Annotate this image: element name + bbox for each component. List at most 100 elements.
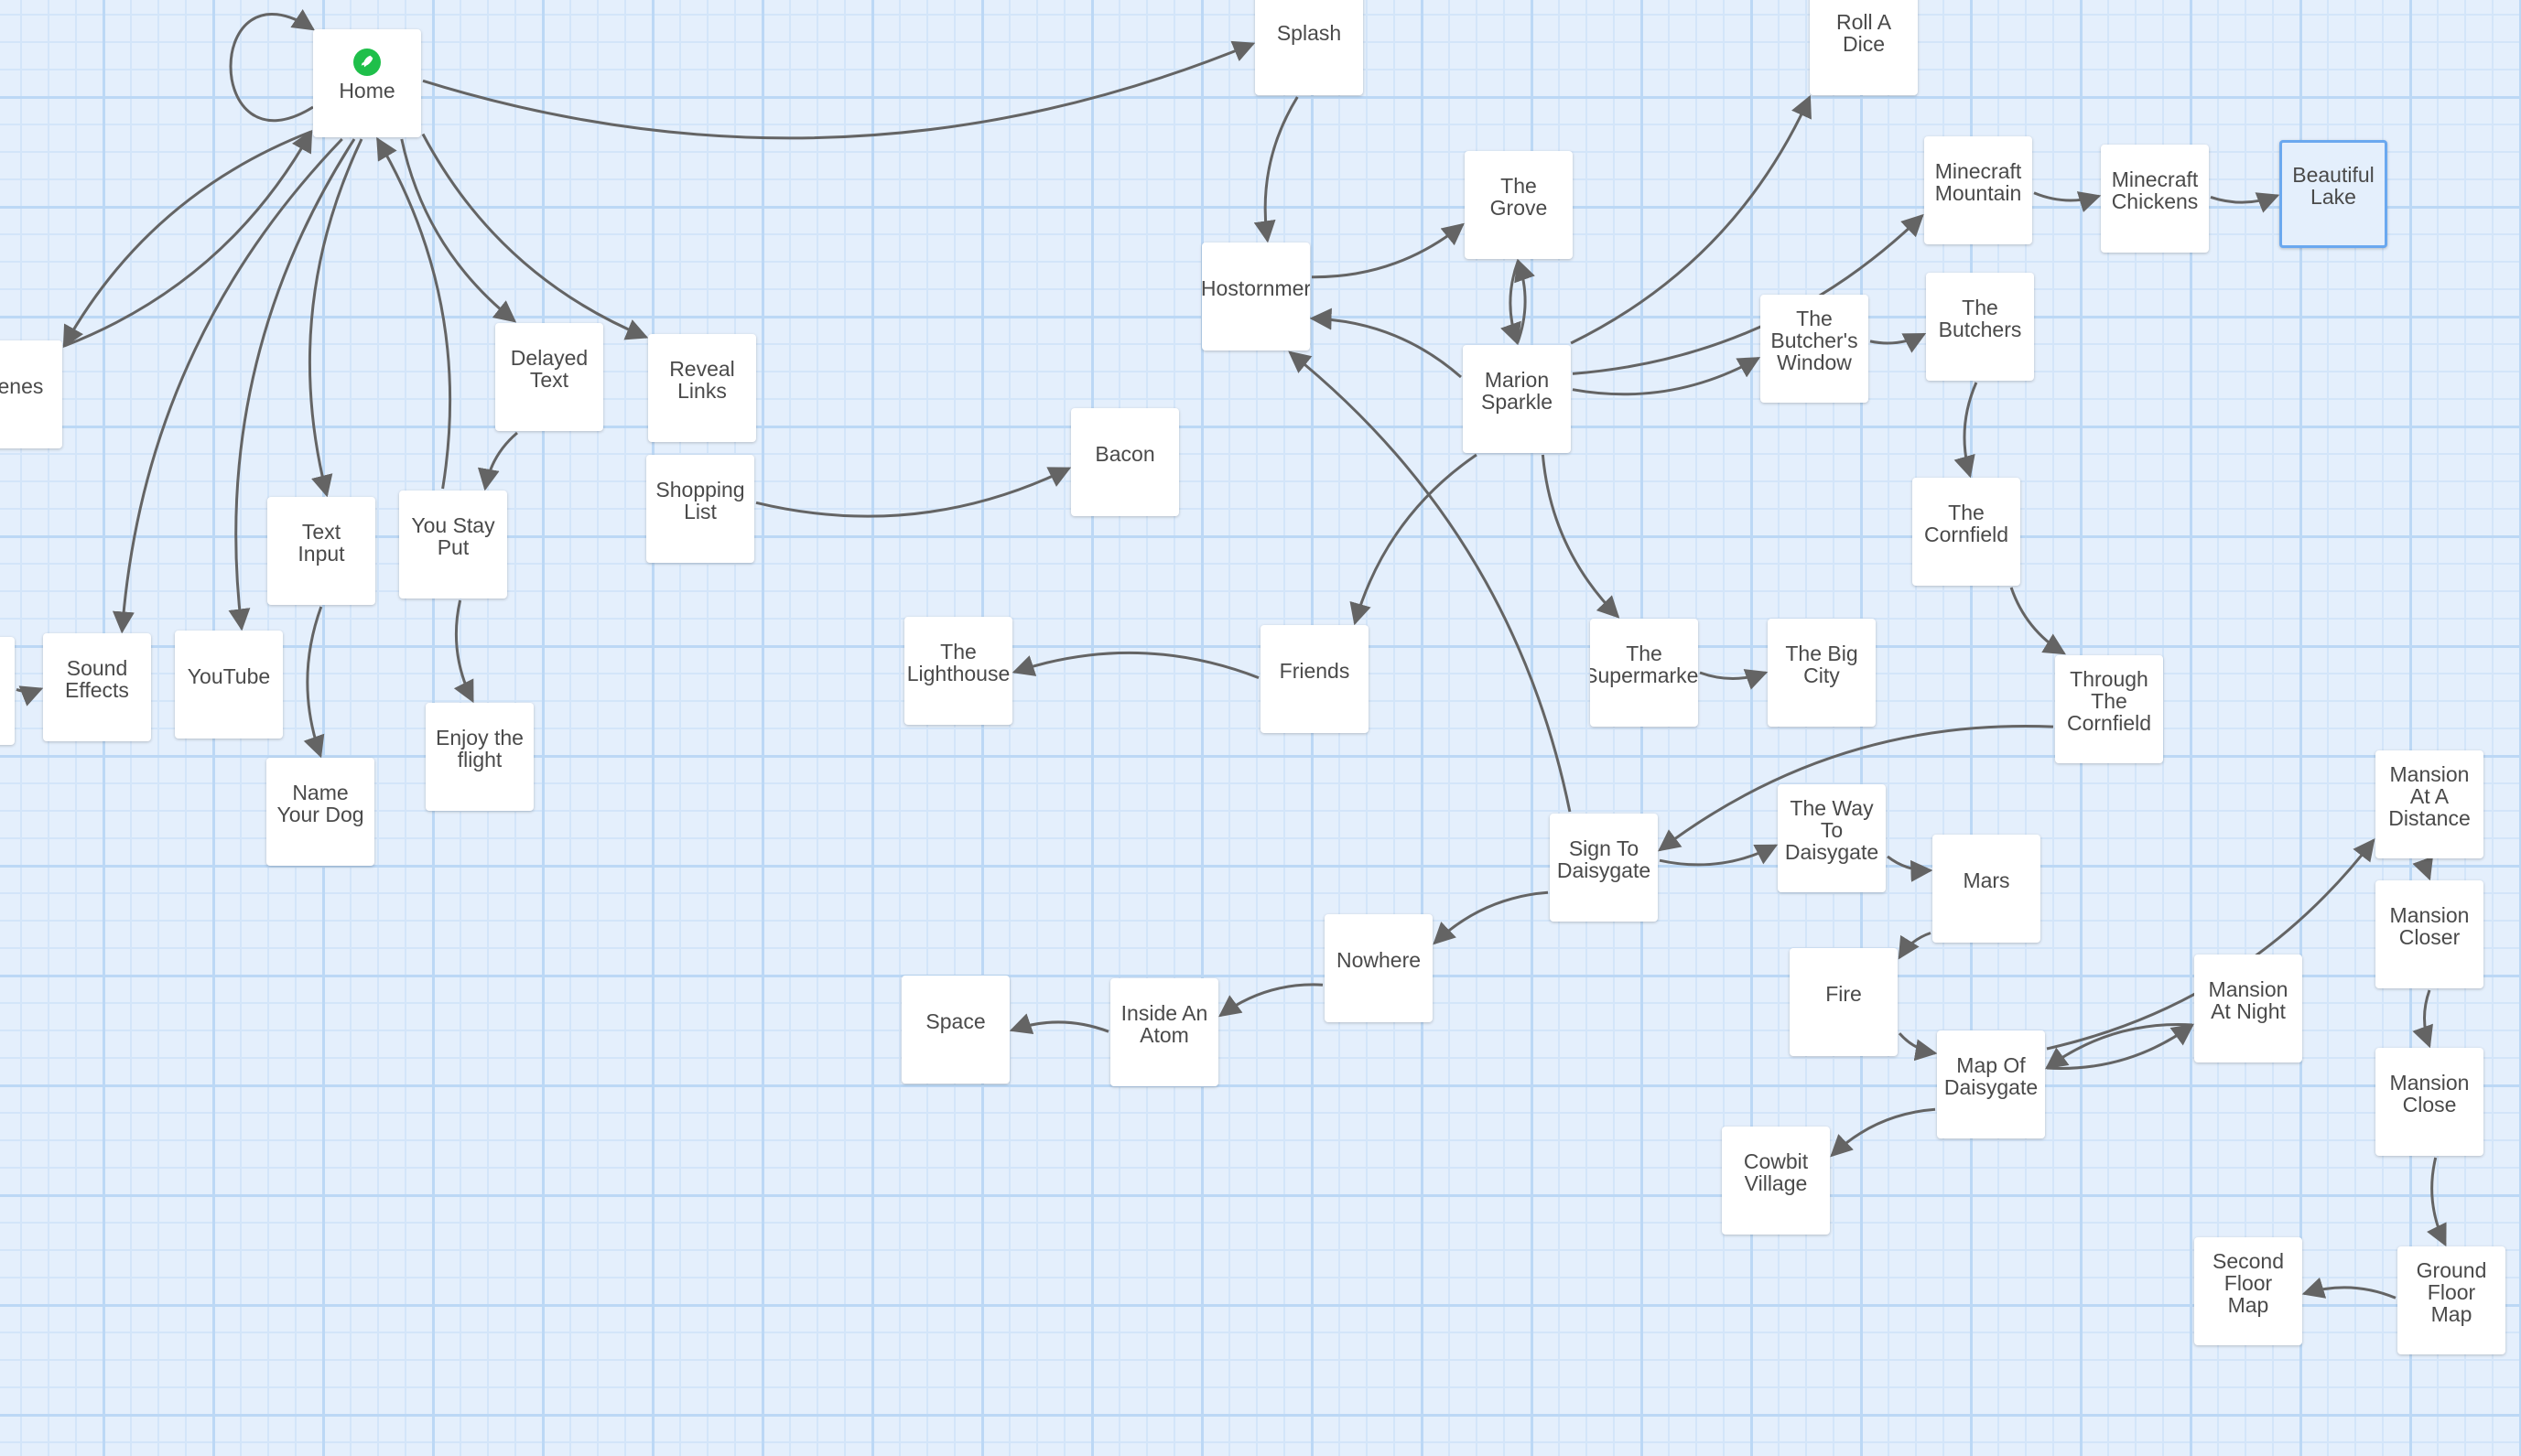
- passage-mansion-close[interactable]: Mansion Close: [2375, 1048, 2483, 1156]
- link-sign-to-daisygate-to-way-to-daisygate: [1659, 844, 1779, 867]
- passage-marion-sparkle[interactable]: Marion Sparkle: [1463, 345, 1571, 453]
- link-left-offscreen-to-sound-effects: [16, 685, 44, 706]
- passage-title: Space: [925, 1009, 986, 1033]
- link-home-to-text-input: [308, 138, 363, 498]
- passage-title: Fire: [1825, 982, 1862, 1006]
- passage-the-grove[interactable]: The Grove: [1465, 151, 1573, 259]
- passage-way-to-daisygate[interactable]: The Way To Daisygate: [1778, 784, 1886, 892]
- passage-title: Map Of Daisygate: [1943, 1053, 2039, 1099]
- passage-title: Inside An Atom: [1120, 1001, 1208, 1047]
- passage-title: Sign To Daisygate: [1556, 836, 1651, 882]
- passage-mansion-at-a-distance[interactable]: Mansion At A Distance: [2375, 750, 2483, 858]
- link-the-grove-to-marion-sparkle: [1500, 260, 1521, 346]
- passage-minecraft-chickens[interactable]: Minecraft Chickens: [2101, 145, 2209, 253]
- passage-mars[interactable]: Mars: [1932, 835, 2040, 943]
- passage-the-big-city[interactable]: The Big City: [1768, 619, 1876, 727]
- passage-nowhere[interactable]: Nowhere: [1325, 914, 1433, 1022]
- passage-bacon[interactable]: Bacon: [1071, 408, 1179, 516]
- passage-title: Name Your Dog: [276, 781, 364, 826]
- passage-roll-a-dice[interactable]: Roll A Dice: [1810, 0, 1918, 95]
- link-map-of-daisygate-to-mansion-at-night: [2046, 1023, 2194, 1070]
- passage-title: Friends: [1279, 659, 1350, 683]
- passage-enjoy-the-flight[interactable]: Enjoy the flight: [426, 703, 534, 811]
- passage-title: The Supermarket: [1590, 642, 1698, 687]
- story-map-canvas[interactable]: Home Splash Roll A Dice The Grove Hostornmer…: [0, 0, 2521, 1456]
- passage-minecraft-mountain[interactable]: Minecraft Mountain: [1924, 136, 2032, 244]
- passage-text-input[interactable]: Text Input: [267, 497, 375, 605]
- link-mansion-at-night-to-map-of-daisygate: [2045, 1023, 2193, 1070]
- passage-reveal-links[interactable]: Reveal Links: [648, 334, 756, 442]
- passage-beautiful-lake[interactable]: Beautiful Lake: [2279, 140, 2387, 248]
- passage-second-floor-map[interactable]: Second Floor Map: [2194, 1237, 2302, 1345]
- link-fire-to-map-of-daisygate: [1898, 1032, 1938, 1062]
- link-way-to-daisygate-to-mars: [1887, 855, 1933, 882]
- link-butchers-window-to-the-butchers: [1869, 332, 1927, 353]
- passage-inside-an-atom[interactable]: Inside An Atom: [1110, 978, 1218, 1086]
- passage-title: Reveal Links: [669, 357, 735, 403]
- link-the-cornfield-to-through-the-cornfield: [2009, 587, 2066, 655]
- passage-butchers-window[interactable]: The Butcher's Window: [1760, 295, 1868, 403]
- passage-mansion-at-night[interactable]: Mansion At Night: [2194, 954, 2302, 1062]
- passage-title: Nowhere: [1336, 948, 1422, 972]
- passage-sign-to-daisygate[interactable]: Sign To Daisygate: [1550, 814, 1658, 922]
- link-delayed-text-to-you-stay-put: [477, 431, 518, 491]
- link-mansion-closer-to-mansion-close: [2412, 989, 2433, 1049]
- passage-title: Second Floor Map: [2212, 1249, 2284, 1317]
- passage-space[interactable]: Space: [902, 976, 1010, 1084]
- passage-title: Mansion Closer: [2389, 903, 2470, 949]
- passage-the-butchers[interactable]: The Butchers: [1926, 273, 2034, 381]
- passage-sound-effects[interactable]: Sound Effects: [43, 633, 151, 741]
- link-mansion-at-a-distance-to-mansion-closer: [2412, 856, 2433, 881]
- passage-title: The Cornfield: [1923, 501, 2009, 546]
- passage-title: Mansion At A Distance: [2388, 762, 2471, 830]
- passage-title: Hostornmer: [1202, 276, 1310, 300]
- passage-friends[interactable]: Friends: [1260, 625, 1369, 733]
- link-marion-sparkle-to-the-grove: [1514, 258, 1535, 344]
- passage-title: Beautiful Lake: [2292, 163, 2375, 209]
- passage-you-stay-put[interactable]: You Stay Put: [399, 491, 507, 599]
- passage-scenes[interactable]: Scenes: [0, 340, 62, 448]
- passage-title: Enjoy the flight: [436, 726, 524, 771]
- link-scenes-to-home: [63, 129, 313, 348]
- passage-title: Minecraft Mountain: [1934, 159, 2022, 205]
- link-nowhere-to-inside-an-atom: [1218, 983, 1324, 1018]
- passage-title: Shopping List: [655, 478, 745, 523]
- link-marion-sparkle-to-friends: [1349, 453, 1477, 626]
- passage-title: Cowbit Village: [1743, 1149, 1809, 1195]
- passage-mansion-closer[interactable]: Mansion Closer: [2375, 880, 2483, 988]
- link-home-to-reveal-links: [421, 133, 649, 340]
- passage-title: Home: [339, 79, 395, 102]
- passage-hostornme[interactable]: Hostornmer: [1202, 243, 1310, 351]
- link-ground-floor-map-to-second-floor-map: [2301, 1277, 2397, 1300]
- passage-cowbit-village[interactable]: Cowbit Village: [1722, 1127, 1830, 1235]
- link-hostornme-to-the-grove: [1311, 222, 1465, 279]
- passage-title: The Butchers: [1938, 296, 2022, 341]
- passage-fire[interactable]: Fire: [1790, 948, 1898, 1056]
- passage-through-the-cornfield[interactable]: Through The Cornfield: [2055, 655, 2163, 763]
- passage-title: You Stay Put: [411, 513, 495, 559]
- passage-delayed-text[interactable]: Delayed Text: [495, 323, 603, 431]
- link-marion-sparkle-to-the-supermarket: [1541, 454, 1620, 619]
- passage-ground-floor-map[interactable]: Ground Floor Map: [2397, 1246, 2505, 1354]
- passage-splash[interactable]: Splash: [1255, 0, 1363, 95]
- passage-youtube[interactable]: YouTube: [175, 631, 283, 739]
- passage-home[interactable]: Home: [313, 29, 421, 137]
- link-splash-to-hostornme: [1253, 96, 1299, 243]
- passage-the-lighthouse[interactable]: The Lighthouse: [904, 617, 1012, 725]
- passage-shopping-list[interactable]: Shopping List: [646, 455, 754, 563]
- passage-title: Mansion Close: [2389, 1071, 2470, 1116]
- passage-map-of-daisygate[interactable]: Map Of Daisygate: [1937, 1030, 2045, 1138]
- passage-name-your-dog[interactable]: Name Your Dog: [266, 758, 374, 866]
- link-sign-to-daisygate-to-nowhere: [1433, 890, 1549, 945]
- rocket-start-icon: [353, 49, 381, 76]
- passage-title: Scenes: [0, 374, 44, 398]
- passage-the-supermarket[interactable]: The Supermarket: [1590, 619, 1698, 727]
- link-text-input-to-name-your-dog: [303, 606, 325, 759]
- passage-title: Text Input: [298, 520, 345, 566]
- link-shopping-list-to-bacon: [755, 467, 1072, 518]
- passage-left-offscreen[interactable]: [0, 637, 15, 745]
- link-minecraft-mountain-to-minecraft-chickens: [2033, 191, 2102, 213]
- link-marion-sparkle-to-minecraft-mountain: [1572, 213, 1924, 375]
- passage-the-cornfield[interactable]: The Cornfield: [1912, 478, 2020, 586]
- passage-title: Minecraft Chickens: [2111, 167, 2199, 213]
